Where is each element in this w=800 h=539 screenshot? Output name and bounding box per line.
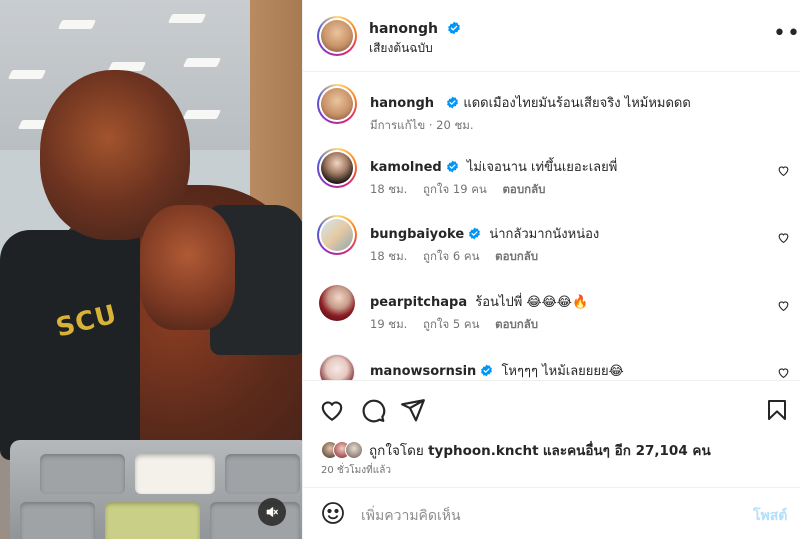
send-icon[interactable] xyxy=(400,397,426,427)
caption-meta: มีการแก้ไข · 20 ชม. xyxy=(370,118,474,132)
comment-likes[interactable]: ถูกใจ 6 คน xyxy=(423,249,479,263)
original-audio-link[interactable]: เสียงต้นฉบับ xyxy=(369,39,433,58)
post-caption: hanongh แดดเมืองไทยมันร้อนเสียจริง ไหม้ห… xyxy=(303,84,800,144)
comment-likes[interactable]: ถูกใจ 5 คน xyxy=(423,317,479,331)
comment-text: ร้อนไปพี่ 😂😂😂🔥 xyxy=(475,295,589,310)
post-media[interactable]: SCU xyxy=(0,0,302,539)
comment-reply-button[interactable]: ตอบกลับ xyxy=(502,182,545,196)
liked-by-username[interactable]: typhoon.kncht xyxy=(428,443,538,459)
commenter-avatar[interactable] xyxy=(319,354,355,380)
commenter-avatar[interactable] xyxy=(319,285,355,321)
instagram-post-modal: SCU hanongh เสียงต้นฉบับ •• hanongh แดดเ… xyxy=(0,0,800,539)
comment-text: โหๆๆๆ ไหม้เลยยยย😂 xyxy=(501,364,624,379)
caption-username[interactable]: hanongh xyxy=(370,96,434,111)
comment-like-heart-icon[interactable] xyxy=(777,162,790,181)
liker-avatar xyxy=(345,441,363,459)
media-food-tray xyxy=(10,440,302,539)
comment-reply-button[interactable]: ตอบกลับ xyxy=(495,317,538,331)
add-comment-bar: เพิ่มความคิดเห็น โพสต์ xyxy=(303,488,800,539)
comment-time: 18 ชม. xyxy=(370,249,408,263)
commenter-avatar[interactable] xyxy=(317,148,357,188)
verified-badge-icon xyxy=(447,20,461,39)
comment-item: manowsornsin โหๆๆๆ ไหม้เลยยยย😂 xyxy=(303,352,800,380)
comment-text: น่ากลัวมากนังหน่อง xyxy=(489,227,600,242)
comments-list[interactable]: hanongh แดดเมืองไทยมันร้อนเสียจริง ไหม้ห… xyxy=(303,72,800,380)
comment-item: bungbaiyoke น่ากลัวมากนังหน่อง 18 ชม. ถู… xyxy=(303,215,800,275)
liked-by-prefix: ถูกใจโดย xyxy=(369,443,424,459)
comment-text: ไม่เจอนาน เท่ขึ้นเยอะเลยพี่ xyxy=(466,160,618,175)
comment-time: 19 ชม. xyxy=(370,317,408,331)
media-thumbs-up-hand xyxy=(140,205,235,330)
liked-by-others[interactable]: และคนอื่นๆ อีก 27,104 คน xyxy=(543,443,711,459)
comment-like-heart-icon[interactable] xyxy=(777,364,790,380)
author-avatar[interactable] xyxy=(317,84,357,124)
comment-item: kamolned ไม่เจอนาน เท่ขึ้นเยอะเลยพี่ 18 … xyxy=(303,148,800,208)
comment-like-heart-icon[interactable] xyxy=(777,297,790,316)
speaker-muted-icon[interactable] xyxy=(258,498,286,526)
author-avatar[interactable] xyxy=(317,16,357,56)
comment-like-heart-icon[interactable] xyxy=(777,229,790,248)
caption-text: แดดเมืองไทยมันร้อนเสียจริง ไหม้หมดดด xyxy=(463,96,691,111)
post-timestamp[interactable]: 20 ชั่วโมงที่แล้ว xyxy=(321,463,391,478)
post-header: hanongh เสียงต้นฉบับ ••• xyxy=(303,0,800,72)
liked-by-summary[interactable]: ถูกใจโดย typhoon.kncht และคนอื่นๆ อีก 27… xyxy=(321,439,711,461)
comment-time: 18 ชม. xyxy=(370,182,408,196)
post-side-panel: hanongh เสียงต้นฉบับ ••• hanongh xyxy=(302,0,800,539)
post-actions: ถูกใจโดย typhoon.kncht และคนอื่นๆ อีก 27… xyxy=(303,380,800,488)
verified-badge-icon xyxy=(446,96,459,113)
author-username[interactable]: hanongh xyxy=(369,21,438,37)
bookmark-icon[interactable] xyxy=(765,397,789,427)
comment-username[interactable]: kamolned xyxy=(370,160,442,175)
comment-icon[interactable] xyxy=(360,397,386,427)
heart-icon[interactable] xyxy=(319,397,345,427)
verified-badge-icon xyxy=(480,364,493,380)
emoji-icon[interactable] xyxy=(321,501,345,529)
post-comment-button[interactable]: โพสต์ xyxy=(753,505,787,527)
add-comment-input[interactable]: เพิ่มความคิดเห็น xyxy=(361,505,461,527)
comment-username[interactable]: pearpitchapa xyxy=(370,295,467,310)
comment-username[interactable]: bungbaiyoke xyxy=(370,227,464,242)
verified-badge-icon xyxy=(468,227,481,244)
commenter-avatar[interactable] xyxy=(317,215,357,255)
comment-item: pearpitchapa ร้อนไปพี่ 😂😂😂🔥 19 ชม. ถูกใจ… xyxy=(303,283,800,343)
verified-badge-icon xyxy=(446,160,459,177)
more-options-icon[interactable]: ••• xyxy=(773,23,800,45)
comment-reply-button[interactable]: ตอบกลับ xyxy=(495,249,538,263)
comment-username[interactable]: manowsornsin xyxy=(370,364,476,379)
comment-likes[interactable]: ถูกใจ 19 คน xyxy=(423,182,487,196)
